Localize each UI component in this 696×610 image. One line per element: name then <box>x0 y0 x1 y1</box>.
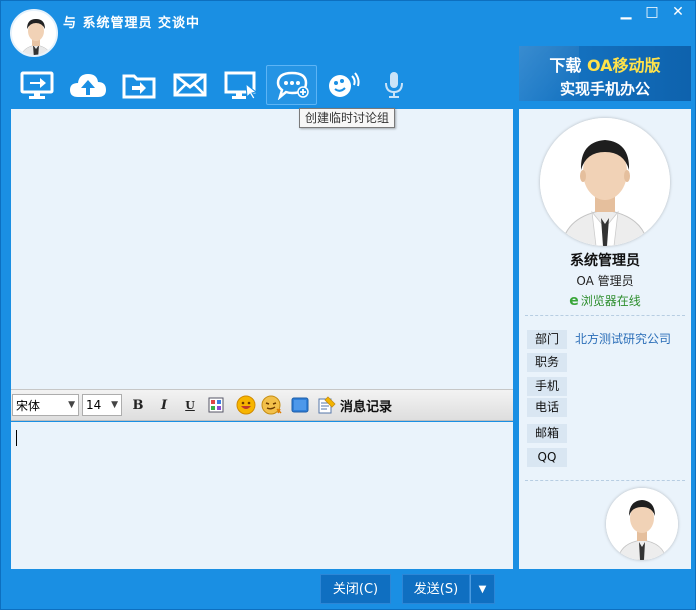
chevron-down-icon: ▼ <box>111 400 118 410</box>
my-avatar[interactable] <box>606 488 678 560</box>
mobile-oa-banner[interactable]: 下载 OA移动版 实现手机办公 <box>519 46 691 101</box>
field-label-qq: QQ <box>527 448 567 467</box>
group-chat-button[interactable] <box>266 65 317 105</box>
font-family-select[interactable]: 宋体 ▼ <box>12 394 79 416</box>
toolbar-tooltip: 创建临时讨论组 <box>299 108 396 128</box>
close-window-button[interactable]: ✕ <box>669 3 687 21</box>
contact-name: 系统管理员 <box>570 253 640 269</box>
chevron-down-icon: ▼ <box>68 400 75 410</box>
chat-bubble-icon <box>276 71 309 100</box>
contact-status: e 浏览器在线 <box>519 292 691 309</box>
browser-icon: e <box>569 293 579 309</box>
close-button[interactable]: 关闭(C) <box>320 574 391 604</box>
window-title: 与 系统管理员 交谈中 <box>63 16 201 31</box>
italic-button[interactable]: I <box>153 394 175 416</box>
color-button[interactable] <box>205 394 227 416</box>
underline-button[interactable]: U <box>179 394 201 416</box>
mail-icon <box>173 73 206 97</box>
screen-share-icon <box>20 71 53 99</box>
sticker-icon <box>261 395 282 415</box>
font-family-value: 宋体 <box>16 398 41 413</box>
emoji-button[interactable] <box>235 394 257 416</box>
font-size-value: 14 <box>86 398 102 412</box>
message-input[interactable] <box>11 422 513 569</box>
divider <box>525 315 685 316</box>
field-label-email: 邮箱 <box>527 424 567 443</box>
voice-button[interactable] <box>368 65 419 105</box>
field-label-position: 职务 <box>527 353 567 372</box>
smiley-icon <box>236 395 256 415</box>
field-label-mobile: 手机 <box>527 377 567 396</box>
screenshot-button[interactable] <box>289 394 311 416</box>
banner-prefix: 下载 <box>549 56 587 75</box>
shake-icon <box>328 72 360 97</box>
send-folder-button[interactable] <box>113 65 164 105</box>
message-history-area[interactable] <box>11 109 513 389</box>
contact-status-text: 浏览器在线 <box>580 294 641 308</box>
font-size-select[interactable]: 14 ▼ <box>82 394 122 416</box>
remote-desktop-button[interactable] <box>215 65 266 105</box>
upload-file-button[interactable] <box>62 65 113 105</box>
format-toolbar: 宋体 ▼ 14 ▼ B I U 消息记录 <box>11 389 513 421</box>
minimize-button[interactable]: ▁ <box>617 3 635 21</box>
banner-highlight: OA移动版 <box>587 56 661 75</box>
remote-desktop-icon <box>224 71 257 100</box>
window-controls: ▁ □ ✕ <box>617 3 687 21</box>
title-avatar[interactable] <box>10 9 58 57</box>
folder-send-icon <box>122 74 155 99</box>
chat-toolbar <box>11 65 419 105</box>
send-mail-button[interactable] <box>164 65 215 105</box>
screen-share-button[interactable] <box>11 65 62 105</box>
maximize-button[interactable]: □ <box>643 3 661 21</box>
color-palette-icon <box>208 397 224 413</box>
divider <box>525 480 685 481</box>
bold-button[interactable]: B <box>127 394 149 416</box>
contact-role: OA 管理员 <box>576 274 634 288</box>
sticker-button[interactable] <box>261 394 283 416</box>
field-label-phone: 电话 <box>527 398 567 417</box>
screenshot-icon <box>291 397 309 413</box>
banner-subtitle: 实现手机办公 <box>559 80 650 98</box>
message-history-label: 消息记录 <box>340 399 393 415</box>
field-value-department: 北方测试研究公司 <box>575 332 672 346</box>
send-options-dropdown[interactable]: ▼ <box>470 574 495 604</box>
message-history-button[interactable]: 消息记录 <box>317 395 392 415</box>
shake-button[interactable] <box>317 65 368 105</box>
text-caret <box>16 430 17 446</box>
cloud-upload-icon <box>69 74 106 97</box>
chat-window: 与 系统管理员 交谈中 ▁ □ ✕ 创建临时讨论组 下载 OA移动版 实现手机办… <box>0 0 696 610</box>
contact-profile-panel: 系统管理员 OA 管理员 e 浏览器在线 部门 北方测试研究公司 职务 手机 电话… <box>519 109 691 569</box>
microphone-icon <box>384 72 403 98</box>
contact-avatar[interactable] <box>540 118 670 246</box>
history-notes-icon <box>318 396 336 414</box>
send-button[interactable]: 发送(S) <box>402 574 470 604</box>
field-label-department: 部门 <box>527 330 567 349</box>
